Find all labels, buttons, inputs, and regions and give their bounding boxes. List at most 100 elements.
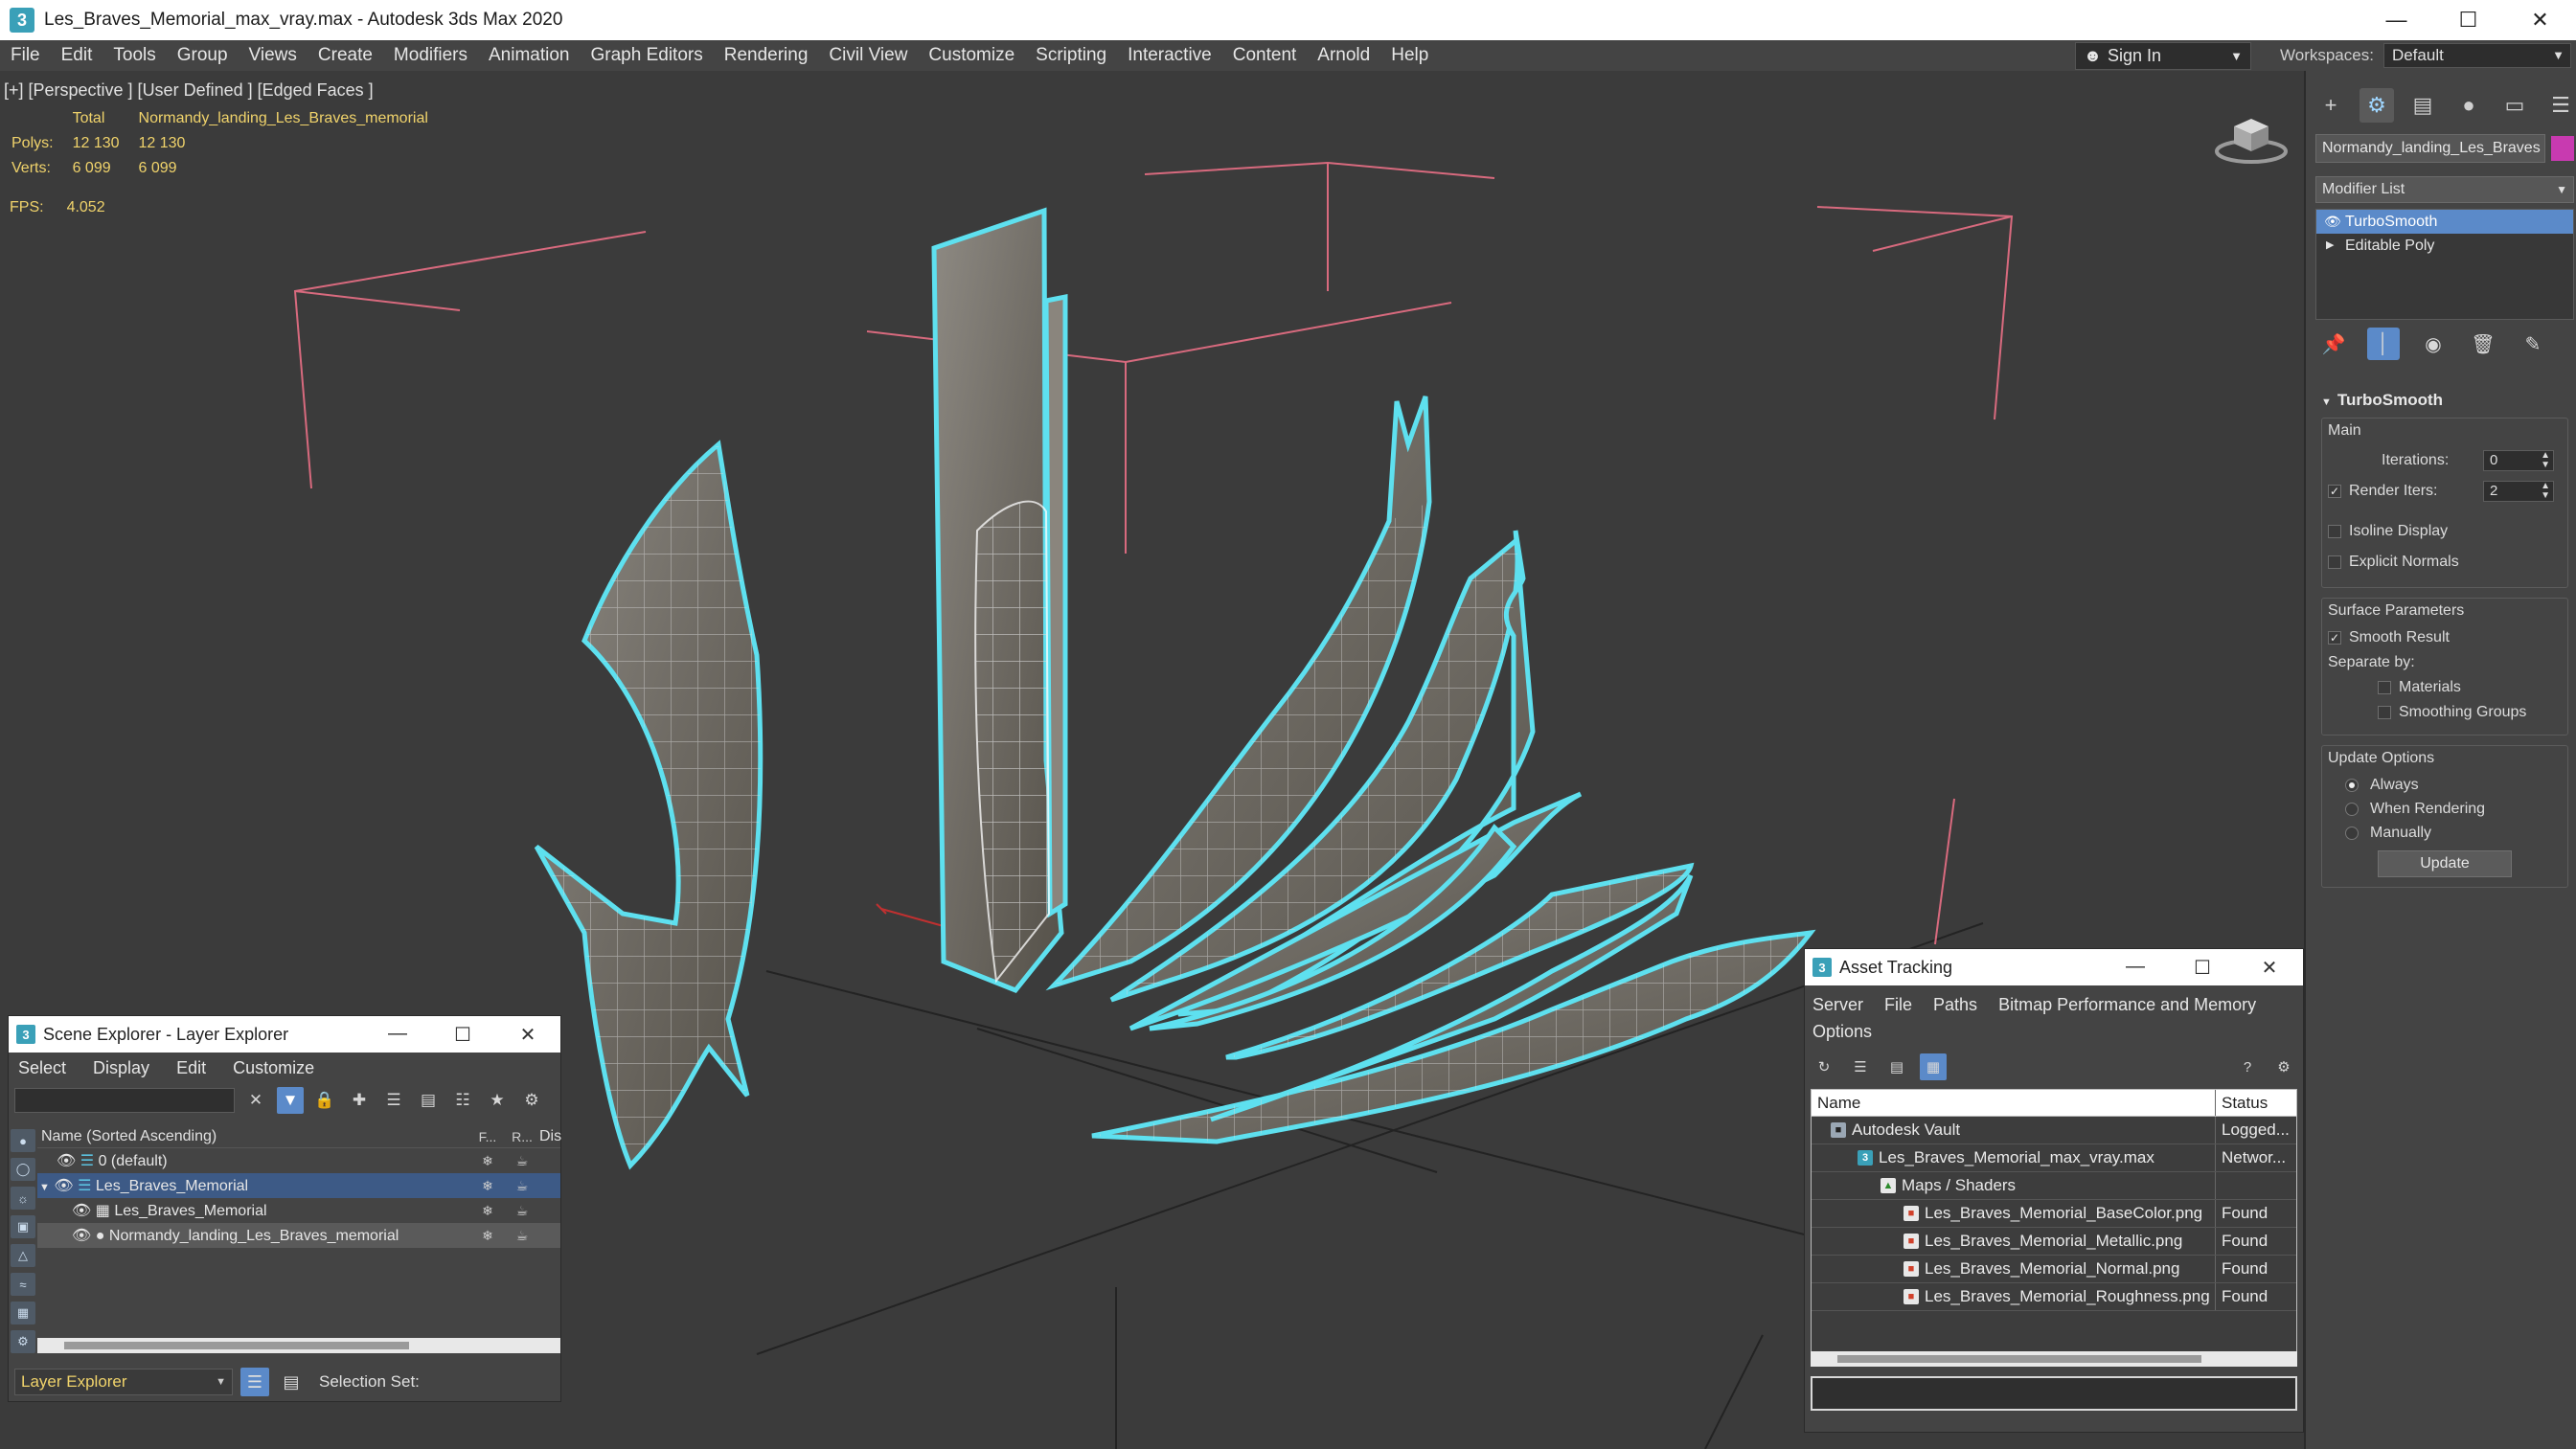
stack-item-turbosmooth[interactable]: 👁 TurboSmooth — [2316, 210, 2573, 234]
utilities-icon[interactable]: ☰ — [2543, 88, 2576, 123]
menu-content[interactable]: Content — [1222, 40, 1308, 71]
teapot-icon[interactable]: ☕ — [505, 1228, 539, 1244]
at-menu-options[interactable]: Options — [1812, 1018, 1872, 1045]
refresh-icon[interactable]: ↻ — [1811, 1053, 1837, 1080]
col-display-header[interactable]: Dis — [539, 1128, 561, 1145]
make-unique-icon[interactable]: ◉ — [2417, 328, 2450, 360]
asset-row[interactable]: ■ Les_Braves_Memorial_Roughness.png Found — [1812, 1283, 2296, 1311]
when-rendering-radio[interactable] — [2345, 802, 2359, 816]
freeze-icon[interactable]: ❄ — [470, 1153, 505, 1169]
lock-icon[interactable]: 🔒 — [311, 1087, 338, 1114]
spacewarp-filter-icon[interactable]: ≈ — [11, 1273, 35, 1296]
update-button[interactable]: Update — [2378, 850, 2512, 877]
layers-icon[interactable]: ☰ — [380, 1087, 407, 1114]
menu-scripting[interactable]: Scripting — [1025, 40, 1117, 71]
tree-view-icon[interactable]: ▤ — [1883, 1053, 1910, 1080]
light-filter-icon[interactable]: ☼ — [11, 1187, 35, 1210]
render-iters-checkbox[interactable]: ✓ — [2328, 485, 2341, 498]
shape-filter-icon[interactable]: ◯ — [11, 1158, 35, 1181]
minimize-button[interactable]: — — [2102, 956, 2169, 980]
smoothing-groups-checkbox[interactable] — [2378, 706, 2391, 719]
table-view-icon[interactable]: ▦ — [1920, 1053, 1947, 1080]
explorer-type-dropdown[interactable]: Layer Explorer ▼ — [14, 1369, 233, 1395]
menu-create[interactable]: Create — [308, 40, 383, 71]
xref-filter-icon[interactable]: ⚙ — [11, 1330, 35, 1353]
se-menu-select[interactable]: Select — [18, 1058, 66, 1078]
always-option[interactable]: Always — [2328, 773, 2562, 797]
col-name-header[interactable]: Name (Sorted Ascending) — [37, 1128, 470, 1145]
teapot-icon[interactable]: ☕ — [505, 1178, 539, 1194]
col-status-header[interactable]: Status — [2216, 1090, 2296, 1116]
object-name-field[interactable]: Normandy_landing_Les_Braves — [2315, 134, 2545, 163]
eye-icon[interactable]: 👁 — [72, 1203, 91, 1219]
asset-tracking-titlebar[interactable]: 3 Asset Tracking — ☐ ✕ — [1805, 949, 2303, 985]
asset-row[interactable]: ■ Les_Braves_Memorial_Metallic.png Found — [1812, 1228, 2296, 1256]
materials-checkbox[interactable] — [2378, 681, 2391, 694]
close-button[interactable]: ✕ — [495, 1023, 560, 1047]
always-radio[interactable] — [2345, 778, 2359, 792]
close-button[interactable]: ✕ — [2504, 0, 2576, 40]
menu-graph-editors[interactable]: Graph Editors — [581, 40, 714, 71]
layer-row[interactable]: ▼ 👁 ☰ Les_Braves_Memorial ❄ ☕ — [37, 1173, 560, 1198]
search-input[interactable] — [14, 1088, 235, 1113]
minimize-button[interactable]: — — [365, 1023, 430, 1047]
at-menu-bitmap[interactable]: Bitmap Performance and Memory — [1998, 991, 2256, 1018]
menu-file[interactable]: File — [0, 40, 51, 71]
eye-icon[interactable]: 👁 — [57, 1153, 76, 1169]
asset-row[interactable]: ▲ Maps / Shaders — [1812, 1172, 2296, 1200]
modify-icon[interactable]: ⚙ — [2359, 88, 2394, 123]
teapot-icon[interactable]: ☕ — [505, 1153, 539, 1169]
stack-icon[interactable]: ☷ — [449, 1087, 476, 1114]
explicit-normals-checkbox[interactable] — [2328, 555, 2341, 569]
spinner-arrows-icon[interactable]: ▲ ▼ — [2541, 451, 2550, 470]
minimize-button[interactable]: — — [2360, 0, 2432, 40]
col-name-header[interactable]: Name — [1812, 1090, 2216, 1116]
sign-in-dropdown[interactable]: ☻ Sign In ▼ — [2075, 42, 2251, 70]
expand-arrow-icon[interactable]: ▼ — [39, 1182, 50, 1193]
options-icon[interactable]: ⚙ — [2270, 1053, 2297, 1080]
help-icon[interactable]: ? — [2234, 1053, 2261, 1080]
freeze-icon[interactable]: ❄ — [470, 1228, 505, 1244]
eye-icon[interactable]: 👁 — [72, 1228, 91, 1244]
se-menu-edit[interactable]: Edit — [176, 1058, 206, 1078]
at-menu-server[interactable]: Server — [1812, 991, 1863, 1018]
hierarchy-icon[interactable]: ▤ — [2405, 88, 2440, 123]
manually-radio[interactable] — [2345, 826, 2359, 840]
helper-filter-icon[interactable]: △ — [11, 1244, 35, 1267]
highlight-icon[interactable]: ★ — [484, 1087, 511, 1114]
close-button[interactable]: ✕ — [2236, 956, 2303, 980]
asset-row[interactable]: ■ Autodesk Vault Logged... — [1812, 1117, 2296, 1144]
when-rendering-option[interactable]: When Rendering — [2328, 797, 2562, 821]
layer-row[interactable]: 👁 ● Normandy_landing_Les_Braves_memorial… — [37, 1223, 560, 1248]
isoline-checkbox[interactable] — [2328, 525, 2341, 538]
teapot-icon[interactable]: ☕ — [505, 1203, 539, 1219]
geometry-filter-icon[interactable]: ● — [11, 1129, 35, 1152]
menu-modifiers[interactable]: Modifiers — [383, 40, 478, 71]
pin-stack-icon[interactable]: 📌 — [2317, 328, 2350, 360]
menu-interactive[interactable]: Interactive — [1117, 40, 1222, 71]
menu-rendering[interactable]: Rendering — [714, 40, 819, 71]
layers-icon[interactable]: ☰ — [240, 1368, 269, 1396]
eye-icon[interactable]: 👁 — [2324, 210, 2341, 234]
manually-option[interactable]: Manually — [2328, 821, 2562, 845]
col-render-header[interactable]: R... — [505, 1129, 539, 1144]
show-end-result-icon[interactable]: │ — [2367, 328, 2400, 360]
scene-explorer-titlebar[interactable]: 3 Scene Explorer - Layer Explorer — ☐ ✕ — [9, 1016, 560, 1053]
configure-sets-icon[interactable]: ✎ — [2517, 328, 2549, 360]
rollout-title[interactable]: ▼ TurboSmooth — [2315, 387, 2574, 414]
create-icon[interactable]: + — [2314, 88, 2348, 123]
at-menu-paths[interactable]: Paths — [1933, 991, 1977, 1018]
menu-help[interactable]: Help — [1380, 40, 1439, 71]
workspaces-dropdown[interactable]: Default ▼ — [2382, 43, 2571, 68]
settings-icon[interactable]: ⚙ — [518, 1087, 545, 1114]
smooth-result-checkbox[interactable]: ✓ — [2328, 631, 2341, 645]
menu-tools[interactable]: Tools — [103, 40, 166, 71]
layer-row[interactable]: 👁 ☰ 0 (default) ❄ ☕ — [37, 1148, 560, 1173]
viewport-label[interactable]: [+] [Perspective ] [User Defined ] [Edge… — [4, 80, 374, 101]
modifier-list-dropdown[interactable]: Modifier List ▼ — [2315, 176, 2574, 203]
iterations-spinner[interactable]: 0 ▲ ▼ — [2483, 450, 2554, 471]
camera-filter-icon[interactable]: ▣ — [11, 1215, 35, 1238]
stack-item-editable-poly[interactable]: ▶ Editable Poly — [2316, 234, 2573, 258]
hierarchy-icon[interactable]: ▤ — [415, 1087, 442, 1114]
maximize-button[interactable]: ☐ — [430, 1023, 495, 1047]
